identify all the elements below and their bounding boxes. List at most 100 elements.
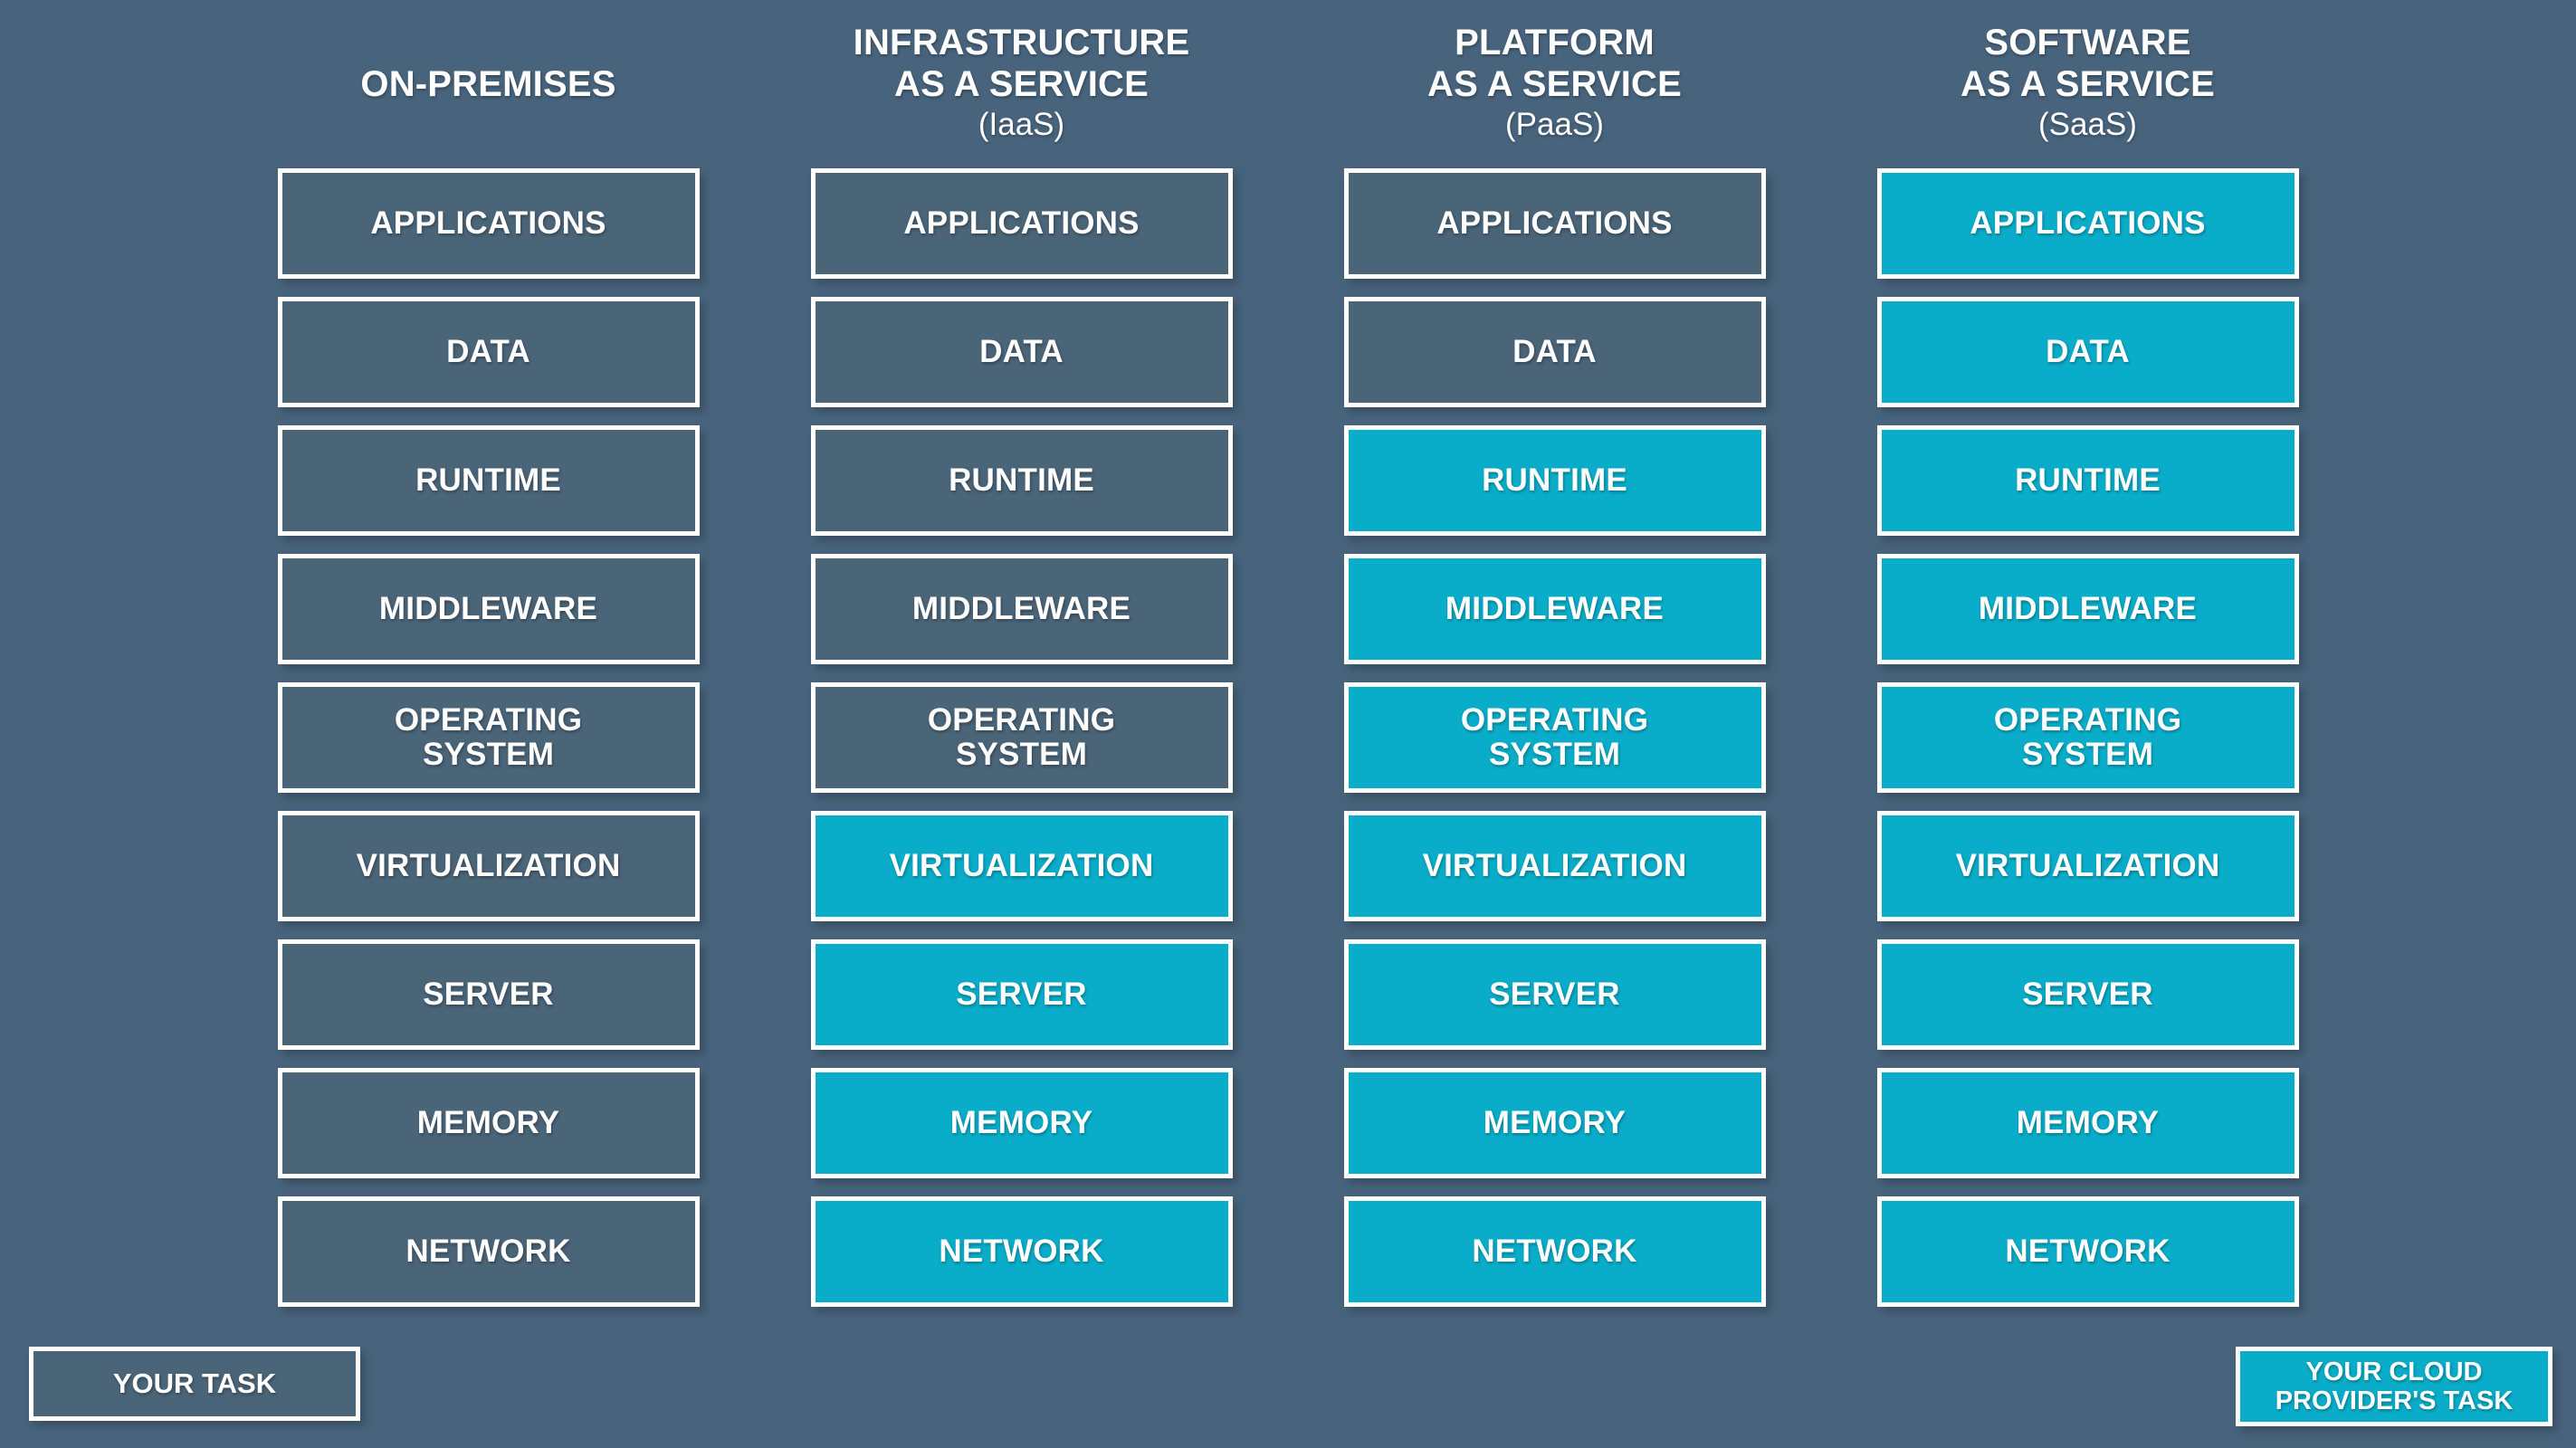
layer-box[interactable]: DATA (1343, 297, 1766, 407)
layer-box[interactable]: DATA (810, 297, 1233, 407)
column-saas: SOFTWARE AS A SERVICE (SaaS) APPLICATIONS DA… (1821, 0, 2354, 1330)
layer-box[interactable]: MEMORY (277, 1068, 700, 1178)
layer-box[interactable]: NETWORK (1343, 1196, 1766, 1307)
layer-label: MIDDLEWARE (1445, 591, 1665, 626)
layer-box[interactable]: OPERATING SYSTEM (1876, 682, 2299, 793)
layer-box[interactable]: MIDDLEWARE (810, 554, 1233, 664)
layer-label: SERVER (956, 976, 1087, 1012)
layer-label: NETWORK (1472, 1234, 1637, 1269)
layer-box[interactable]: RUNTIME (1343, 425, 1766, 536)
legend-your-task-label: YOUR TASK (112, 1367, 277, 1399)
layer-label: MEMORY (949, 1105, 1093, 1140)
column-title-line: INFRASTRUCTURE (853, 23, 1190, 62)
layer-box[interactable]: SERVER (810, 939, 1233, 1050)
column-abbreviation: (SaaS) (2038, 107, 2137, 142)
layer-label: MEMORY (1483, 1105, 1627, 1140)
layer-label: SERVER (423, 976, 554, 1012)
layer-label: OPERATING SYSTEM (1993, 702, 2182, 772)
column-header-saas: SOFTWARE AS A SERVICE (SaaS) (1821, 0, 2354, 168)
layer-box[interactable]: SERVER (277, 939, 700, 1050)
layer-label: RUNTIME (1482, 462, 1627, 498)
layer-box[interactable]: OPERATING SYSTEM (810, 682, 1233, 793)
layer-box[interactable]: MIDDLEWARE (1343, 554, 1766, 664)
column-abbreviation: (PaaS) (1505, 107, 1604, 142)
layer-box[interactable]: RUNTIME (810, 425, 1233, 536)
layer-label: SERVER (1489, 976, 1620, 1012)
layer-label: DATA (2046, 334, 2130, 369)
layer-box[interactable]: VIRTUALIZATION (1343, 811, 1766, 921)
layer-box[interactable]: RUNTIME (1876, 425, 2299, 536)
layer-box[interactable]: RUNTIME (277, 425, 700, 536)
layer-box[interactable]: APPLICATIONS (277, 168, 700, 279)
layer-label: OPERATING SYSTEM (1460, 702, 1649, 772)
layer-label: APPLICATIONS (1970, 205, 2206, 241)
layer-box[interactable]: DATA (1876, 297, 2299, 407)
layer-box[interactable]: VIRTUALIZATION (277, 811, 700, 921)
layer-label: MIDDLEWARE (1978, 591, 2198, 626)
layer-label: NETWORK (939, 1234, 1104, 1269)
stack-iaas: APPLICATIONS DATA RUNTIME MIDDLEWARE OPERATI… (810, 168, 1233, 1307)
layer-label: APPLICATIONS (903, 205, 1140, 241)
layer-box[interactable]: SERVER (1876, 939, 2299, 1050)
layer-box[interactable]: OPERATING SYSTEM (1343, 682, 1766, 793)
layer-box[interactable]: MEMORY (1343, 1068, 1766, 1178)
layer-box[interactable]: DATA (277, 297, 700, 407)
layer-label: DATA (446, 334, 530, 369)
layer-box[interactable]: MIDDLEWARE (277, 554, 700, 664)
column-on-premises: ON-PREMISES APPLICATIONS DATA RUNTIME MIDDLE… (222, 0, 755, 1330)
column-abbreviation: (IaaS) (978, 107, 1065, 142)
layer-label: MEMORY (416, 1105, 560, 1140)
layer-label: RUNTIME (2015, 462, 2161, 498)
legend-provider-task: YOUR CLOUD PROVIDER'S TASK (2236, 1347, 2552, 1426)
layer-label: DATA (1512, 334, 1597, 369)
column-title-line: AS A SERVICE (1961, 64, 2215, 104)
stack-saas: APPLICATIONS DATA RUNTIME MIDDLEWARE OPERATI… (1876, 168, 2299, 1307)
column-paas: PLATFORM AS A SERVICE (PaaS) APPLICATIONS DA… (1288, 0, 1821, 1330)
layer-box[interactable]: MEMORY (1876, 1068, 2299, 1178)
layer-label: VIRTUALIZATION (356, 848, 621, 883)
stack-paas: APPLICATIONS DATA RUNTIME MIDDLEWARE OPERATI… (1343, 168, 1766, 1307)
column-title-line: AS A SERVICE (1427, 64, 1682, 104)
layer-box[interactable]: OPERATING SYSTEM (277, 682, 700, 793)
layer-label: NETWORK (405, 1234, 571, 1269)
layer-label: NETWORK (2005, 1234, 2171, 1269)
column-title-line: ON-PREMISES (360, 64, 616, 104)
column-header-paas: PLATFORM AS A SERVICE (PaaS) (1288, 0, 1821, 168)
layer-box[interactable]: APPLICATIONS (810, 168, 1233, 279)
layer-label: RUNTIME (949, 462, 1094, 498)
layer-label: VIRTUALIZATION (1955, 848, 2220, 883)
column-header-iaas: INFRASTRUCTURE AS A SERVICE (IaaS) (755, 0, 1288, 168)
layer-box[interactable]: VIRTUALIZATION (1876, 811, 2299, 921)
column-title-line: SOFTWARE (1984, 23, 2191, 62)
layer-box[interactable]: SERVER (1343, 939, 1766, 1050)
layer-box[interactable]: MEMORY (810, 1068, 1233, 1178)
layer-box[interactable]: NETWORK (1876, 1196, 2299, 1307)
layer-label: MIDDLEWARE (911, 591, 1131, 626)
layer-label: MIDDLEWARE (378, 591, 598, 626)
layer-box[interactable]: MIDDLEWARE (1876, 554, 2299, 664)
column-header-on-premises: ON-PREMISES (222, 0, 755, 168)
layer-label: DATA (979, 334, 1064, 369)
legend-your-task: YOUR TASK (29, 1347, 360, 1421)
layer-label: APPLICATIONS (370, 205, 606, 241)
layer-label: OPERATING SYSTEM (394, 702, 583, 772)
diagram-canvas: ON-PREMISES APPLICATIONS DATA RUNTIME MIDDLE… (0, 0, 2576, 1448)
legend-provider-task-label: YOUR CLOUD PROVIDER'S TASK (2275, 1358, 2514, 1415)
layer-label: RUNTIME (415, 462, 561, 498)
layer-label: SERVER (2022, 976, 2153, 1012)
service-model-columns: ON-PREMISES APPLICATIONS DATA RUNTIME MIDDLE… (0, 0, 2576, 1330)
layer-label: VIRTUALIZATION (889, 848, 1154, 883)
column-iaas: INFRASTRUCTURE AS A SERVICE (IaaS) APPLICAT… (755, 0, 1288, 1330)
layer-label: MEMORY (2016, 1105, 2160, 1140)
layer-label: APPLICATIONS (1436, 205, 1673, 241)
layer-box[interactable]: NETWORK (277, 1196, 700, 1307)
stack-on-premises: APPLICATIONS DATA RUNTIME MIDDLEWARE OPERATI… (277, 168, 700, 1307)
layer-box[interactable]: APPLICATIONS (1876, 168, 2299, 279)
layer-box[interactable]: VIRTUALIZATION (810, 811, 1233, 921)
column-title-line: AS A SERVICE (894, 64, 1149, 104)
layer-box[interactable]: APPLICATIONS (1343, 168, 1766, 279)
layer-label: OPERATING SYSTEM (927, 702, 1116, 772)
column-title-line: PLATFORM (1455, 23, 1655, 62)
layer-label: VIRTUALIZATION (1422, 848, 1687, 883)
layer-box[interactable]: NETWORK (810, 1196, 1233, 1307)
